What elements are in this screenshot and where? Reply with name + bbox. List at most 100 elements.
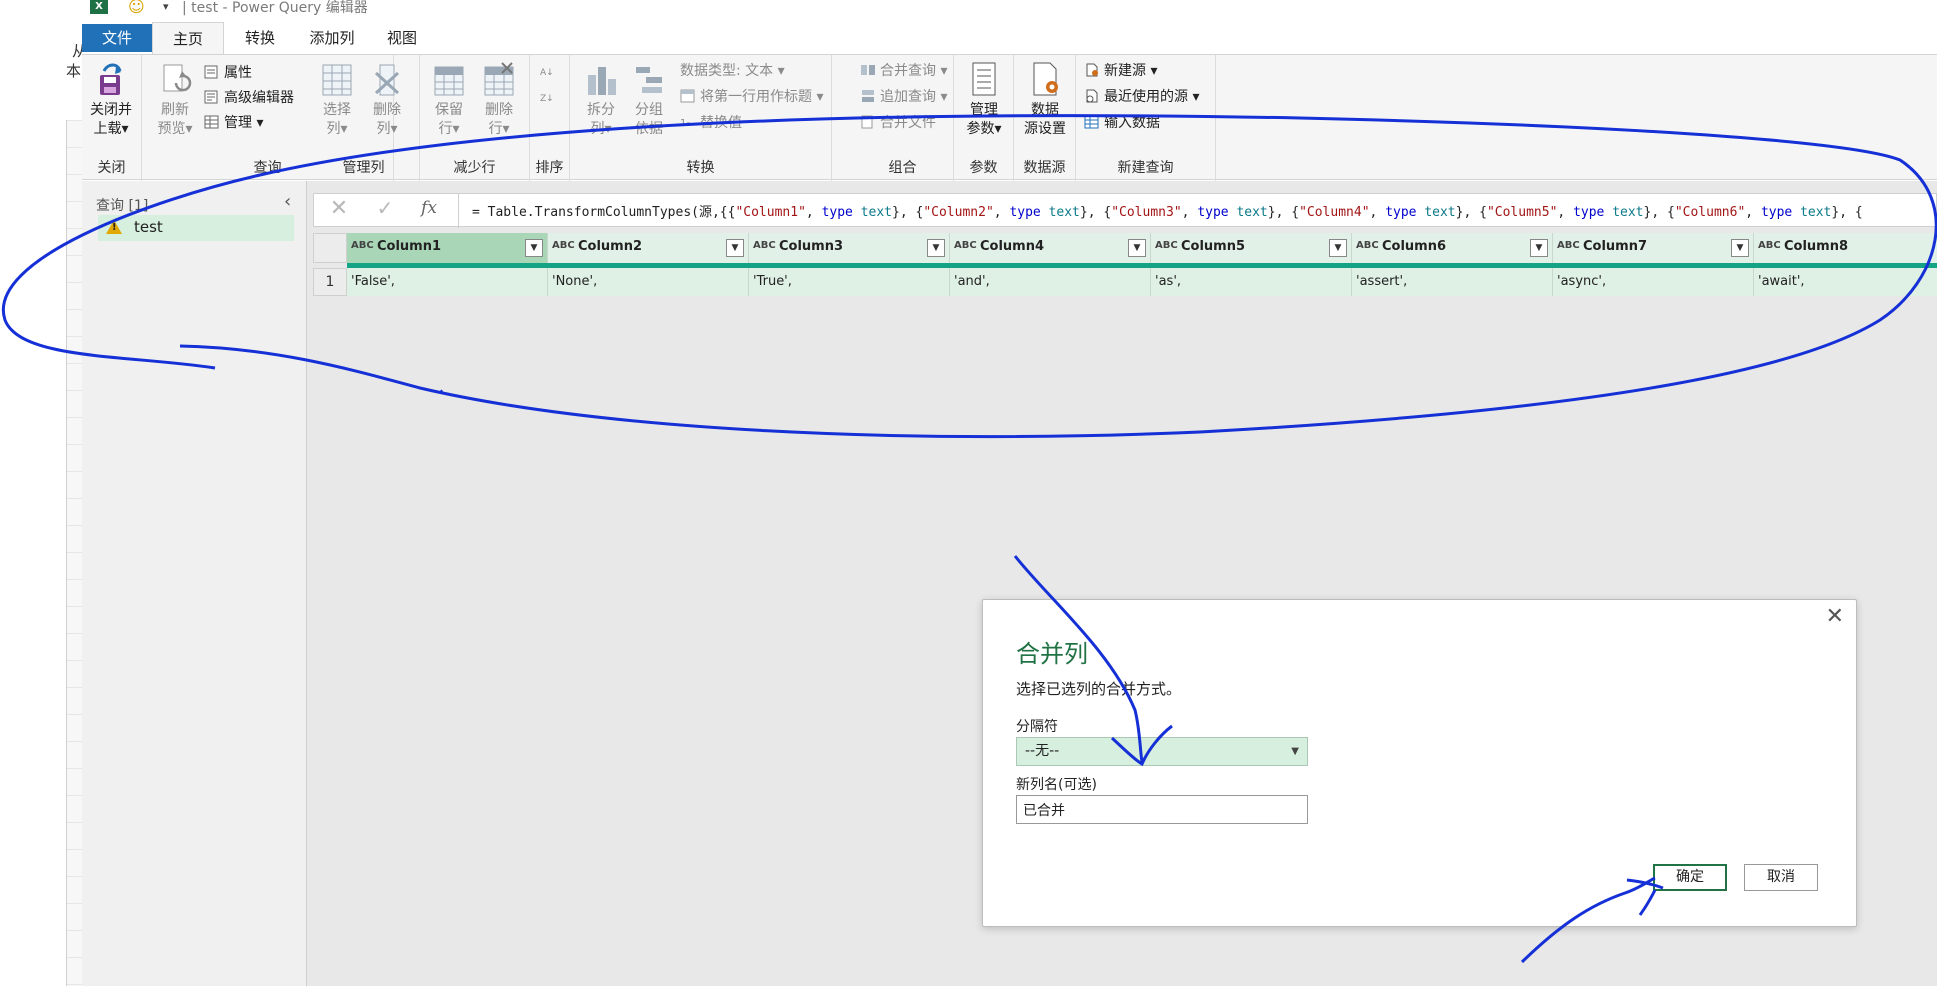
group-transform: 拆分 列▾ 分组 依据 数据类型: 文本 ▾ 将第一行用作标题 ▾ 1₂ 替换值 … [570, 55, 832, 181]
table-cell[interactable]: 'and', [950, 268, 1151, 296]
column-name: Column5 [1181, 239, 1246, 254]
table-cell[interactable]: 'None', [548, 268, 749, 296]
formula-column-type-pair: "Column1", type text} [735, 205, 900, 220]
text-type-icon[interactable]: ABC [1557, 240, 1580, 251]
cancel-x-icon[interactable]: ✕ [322, 196, 356, 226]
tab-transform[interactable]: 转换 [230, 22, 290, 54]
formula-keyword: type [1385, 205, 1417, 220]
filter-dropdown-icon[interactable]: ▼ [1128, 239, 1146, 257]
table-cell[interactable]: 'True', [749, 268, 950, 296]
group-by-icon [636, 67, 662, 93]
combine-files-icon [861, 115, 873, 129]
merge-queries-button[interactable]: 合并查询 ▾ [860, 59, 947, 83]
filter-dropdown-icon[interactable]: ▼ [525, 239, 543, 257]
column-header[interactable]: ABC Column2 ▼ [548, 233, 749, 263]
text-type-icon[interactable]: ABC [1155, 240, 1178, 251]
filter-dropdown-icon[interactable]: ▼ [927, 239, 945, 257]
tab-view[interactable]: 视图 [374, 22, 430, 54]
table-menu-icon[interactable] [313, 233, 347, 263]
replace-values-button[interactable]: 1₂ 替换值 [680, 111, 742, 135]
choose-columns-label-2: 列 [326, 121, 341, 137]
filter-dropdown-icon[interactable]: ▼ [1329, 239, 1347, 257]
column-name: Column6 [1382, 239, 1447, 254]
use-first-row-as-headers-button[interactable]: 将第一行用作标题 ▾ [680, 85, 823, 109]
advanced-editor-button[interactable]: 高级编辑器 [204, 86, 294, 110]
remove-columns-button[interactable]: 删除 列▾ [362, 61, 412, 139]
dialog-title: 合并列 [1016, 640, 1088, 668]
column-header[interactable]: ABC Column6 ▼ [1352, 233, 1553, 263]
keep-rows-button[interactable]: 保留 行▾ [424, 61, 474, 139]
append-queries-icon [862, 90, 874, 102]
column-header[interactable]: ABC Column8 [1754, 233, 1937, 263]
group-by-button[interactable]: 分组 依据 [624, 61, 674, 139]
manage-parameters-label-2: 参数 [966, 121, 995, 137]
table-cell[interactable]: 'await', [1754, 268, 1937, 296]
table-cell[interactable]: 'False', [347, 268, 548, 296]
ok-button[interactable]: 确定 [1653, 864, 1727, 891]
text-type-icon[interactable]: ABC [954, 240, 977, 251]
cancel-button[interactable]: 取消 [1744, 864, 1818, 891]
group-parameters: 管理 参数▾ 参数 [954, 55, 1014, 181]
chevron-down-icon: ▾ [452, 121, 460, 137]
remove-rows-button[interactable]: 删除 行▾ [474, 61, 524, 139]
split-column-button[interactable]: 拆分 列▾ [576, 61, 626, 139]
collapse-pane-chevron-left-icon[interactable]: ‹ [284, 191, 291, 212]
new-source-button[interactable]: 新建源 ▾ [1084, 59, 1157, 83]
group-label-close: 关闭 [97, 160, 126, 176]
quick-access-dropdown-icon[interactable]: ▾ [163, 0, 169, 13]
tab-home[interactable]: 主页 [152, 22, 224, 55]
combine-files-button[interactable]: 合并文件 [860, 111, 936, 135]
column-name: Column2 [578, 239, 643, 254]
manage-button[interactable]: 管理 ▾ [204, 111, 263, 135]
sort-descending-icon: Z↓ [540, 94, 554, 104]
close-icon[interactable]: ✕ [1826, 604, 1844, 629]
filter-dropdown-icon[interactable]: ▼ [1530, 239, 1548, 257]
filter-dropdown-icon[interactable]: ▼ [1731, 239, 1749, 257]
sort-descending-button[interactable]: Z↓ [540, 87, 560, 111]
choose-columns-button[interactable]: 选择 列▾ [312, 61, 362, 139]
feedback-smiley-icon[interactable]: ☺ [128, 0, 145, 15]
properties-icon [204, 65, 218, 79]
column-header[interactable]: ABC Column1 ▼ [347, 233, 548, 263]
text-type-icon[interactable]: ABC [552, 240, 575, 251]
text-type-icon[interactable]: ABC [753, 240, 776, 251]
data-source-settings-button[interactable]: 数据 源设置 [1020, 61, 1070, 139]
row-number: 1 [313, 268, 347, 296]
group-label-sort: 排序 [535, 160, 564, 176]
formula-type-name: text [1236, 205, 1268, 220]
fx-icon[interactable]: fx [412, 198, 446, 224]
chevron-down-icon: ▾ [816, 89, 824, 105]
filter-dropdown-icon[interactable]: ▼ [726, 239, 744, 257]
separator-select[interactable]: --无-- ▼ [1016, 737, 1308, 766]
enter-data-button[interactable]: 输入数据 [1084, 111, 1160, 135]
manage-parameters-button[interactable]: 管理 参数▾ [959, 61, 1009, 139]
tab-add-column[interactable]: 添加列 [294, 22, 370, 54]
excel-ribbon-fragment: 本 [66, 62, 82, 80]
column-header[interactable]: ABC Column5 ▼ [1151, 233, 1352, 263]
column-header[interactable]: ABC Column4 ▼ [950, 233, 1151, 263]
column-header[interactable]: ABC Column7 ▼ [1553, 233, 1754, 263]
properties-button[interactable]: 属性 [204, 61, 252, 85]
formula-input[interactable]: = Table.TransformColumnTypes(源,{{"Column… [472, 201, 1863, 220]
text-type-icon[interactable]: ABC [1758, 240, 1781, 251]
text-type-icon[interactable]: ABC [351, 240, 374, 251]
append-queries-button[interactable]: 追加查询 ▾ [860, 85, 947, 109]
recent-sources-button[interactable]: 最近使用的源 ▾ [1084, 85, 1199, 109]
text-type-icon[interactable]: ABC [1356, 240, 1379, 251]
warning-icon: ! [106, 220, 122, 234]
group-manage-columns: 选择 列▾ 删除 列▾ 管理列 [308, 55, 420, 181]
commit-check-icon[interactable]: ✓ [368, 196, 402, 226]
group-data-sources: 数据 源设置 数据源 [1014, 55, 1076, 181]
close-and-load-button[interactable]: 关闭并 上载▾ [86, 61, 136, 139]
refresh-preview-button[interactable]: 刷新 预览▾ [150, 61, 200, 139]
query-list-item[interactable]: ! test [98, 215, 294, 241]
table-cell[interactable]: 'async', [1553, 268, 1754, 296]
new-column-name-input[interactable] [1016, 795, 1308, 824]
data-type-dropdown[interactable]: 数据类型: 文本 ▾ [680, 59, 785, 83]
formula-separator [458, 194, 459, 228]
table-cell[interactable]: 'assert', [1352, 268, 1553, 296]
sort-ascending-button[interactable]: A↓ [540, 61, 560, 85]
tab-file[interactable]: 文件 [82, 24, 152, 52]
column-header[interactable]: ABC Column3 ▼ [749, 233, 950, 263]
table-cell[interactable]: 'as', [1151, 268, 1352, 296]
